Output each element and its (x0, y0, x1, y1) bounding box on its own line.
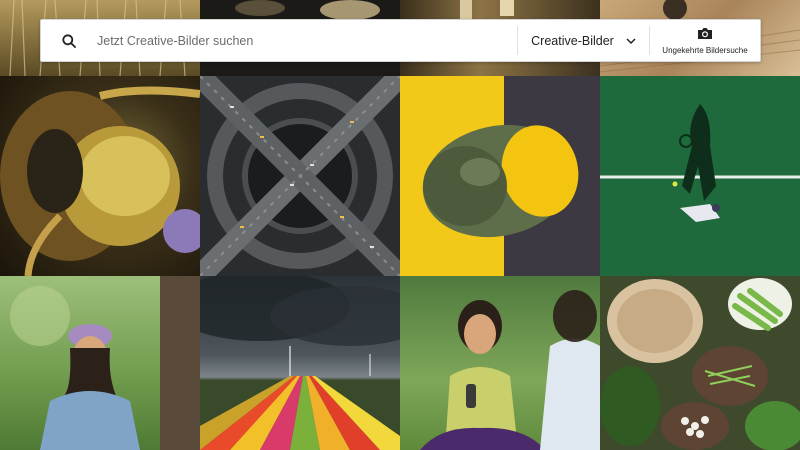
search-bar: Creative-Bilder Ungekehrte Bildersuche (40, 19, 761, 62)
reverse-image-search-button[interactable]: Ungekehrte Bildersuche (650, 20, 760, 61)
image-tile-highway-interchange[interactable] (200, 76, 400, 276)
picnic-image (420, 290, 600, 450)
tennis-image (600, 104, 800, 222)
image-tile-moldy-lemon[interactable] (400, 76, 600, 276)
image-tile-vegetable-market[interactable] (600, 276, 800, 450)
interchange-image (200, 76, 400, 276)
image-tile-tennis[interactable] (600, 76, 800, 276)
search-input[interactable] (97, 21, 517, 60)
wasp-image (0, 86, 200, 276)
search-icon[interactable] (41, 20, 97, 61)
image-tile-girl-with-cap[interactable] (0, 276, 200, 450)
reverse-search-label: Ungekehrte Bildersuche (662, 45, 748, 55)
image-tile-tulip-field[interactable] (200, 276, 400, 450)
camera-icon (697, 27, 713, 42)
girl-image (10, 276, 200, 450)
image-type-selected: Creative-Bilder (531, 33, 614, 48)
chevron-down-icon (626, 34, 636, 48)
image-tile-woman-picnic[interactable] (400, 276, 600, 450)
image-type-dropdown[interactable]: Creative-Bilder (518, 20, 649, 61)
market-image (600, 278, 800, 450)
tulip-field-image (200, 276, 400, 450)
image-tile-wasp[interactable] (0, 76, 200, 276)
image-grid (0, 0, 800, 450)
lemon-image (422, 124, 579, 238)
